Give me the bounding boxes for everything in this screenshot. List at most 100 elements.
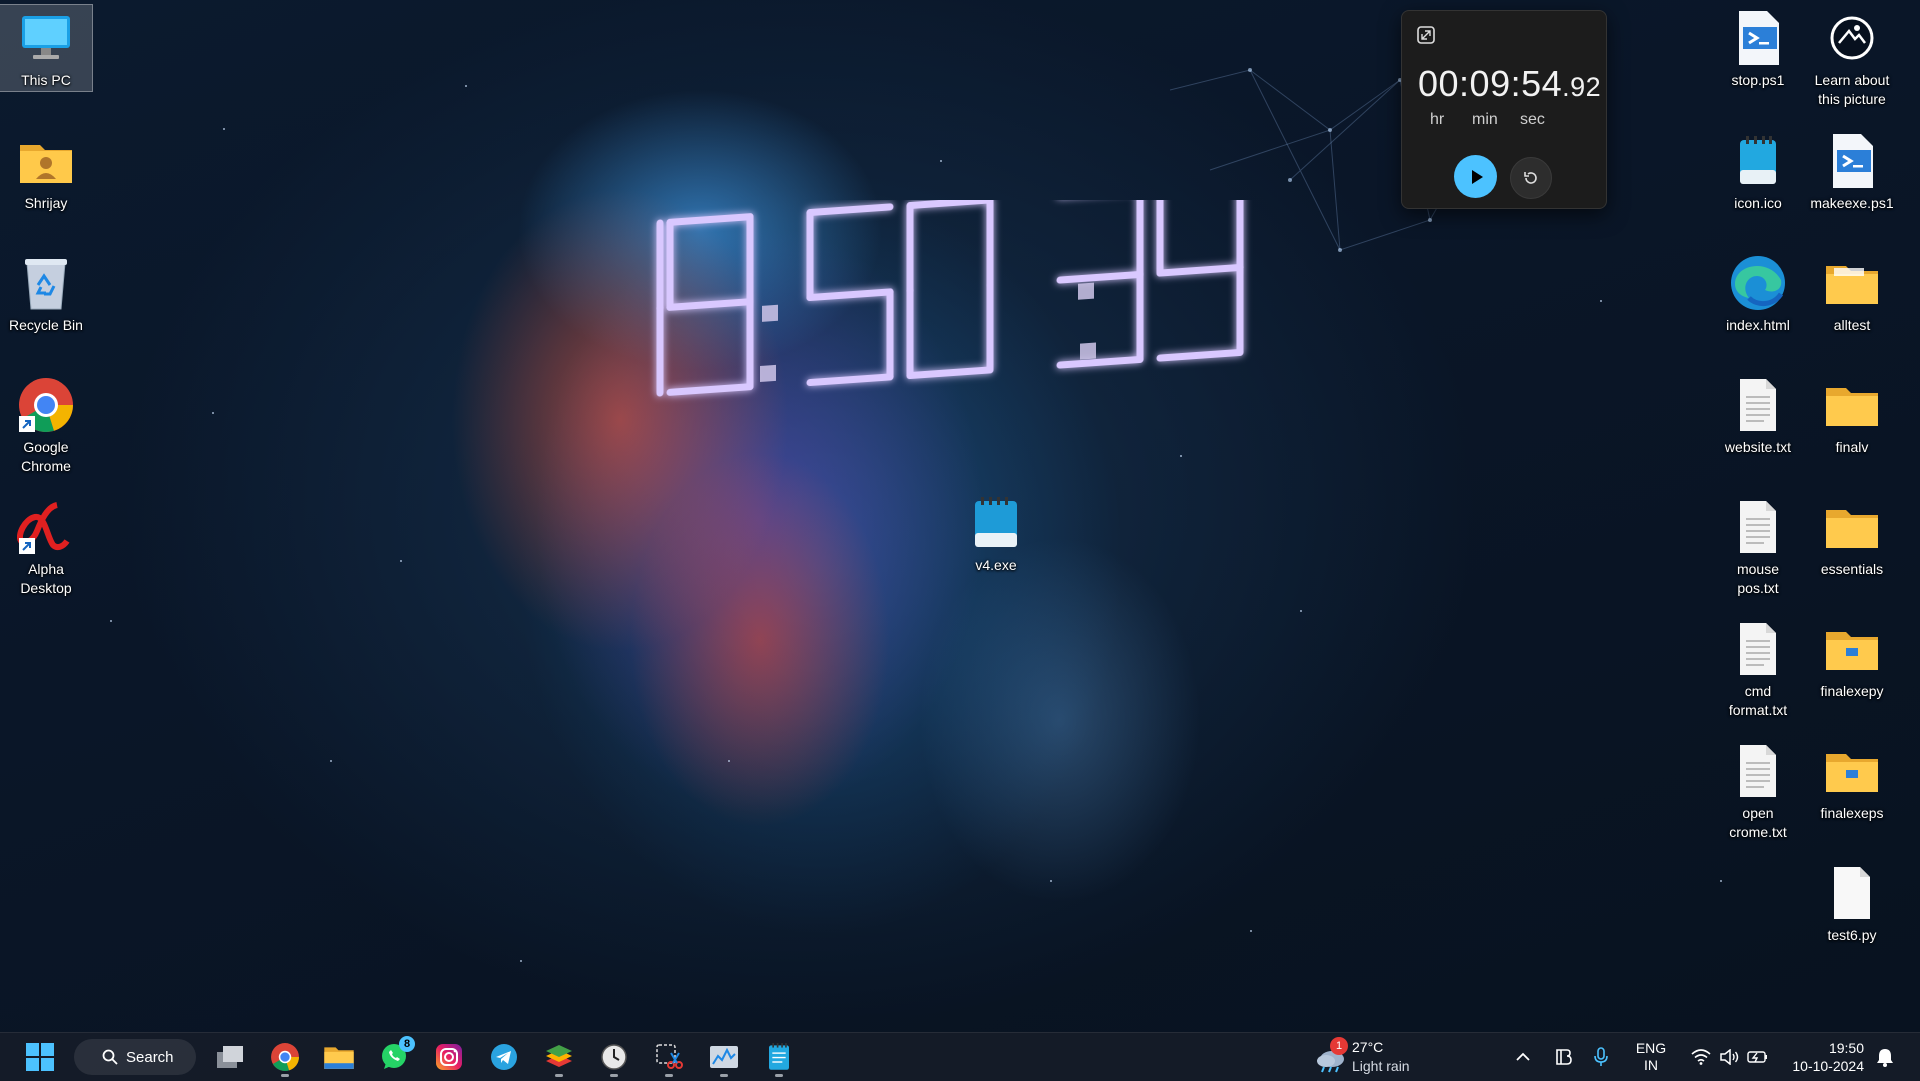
desktop-icon-this-pc[interactable]: This PC (0, 4, 93, 92)
snipping-icon (656, 1044, 683, 1069)
desktop-icon-finalexeps[interactable]: finalexeps (1806, 738, 1898, 823)
desktop-icon-label: test6.py (1827, 927, 1877, 943)
desktop-icon-learn-about-this-picture[interactable]: Learn about this picture (1806, 5, 1898, 109)
weather-condition: Light rain (1352, 1058, 1410, 1074)
desktop-icon-mouse-pos-txt[interactable]: mouse pos.txt (1712, 494, 1804, 598)
folder-icon (1823, 254, 1881, 312)
play-button[interactable] (1454, 155, 1497, 198)
unit-minutes: min (1472, 111, 1498, 128)
powershell-file-icon (1823, 132, 1881, 190)
desktop-icon-label: essentials (1820, 561, 1884, 577)
microphone-icon (1594, 1047, 1608, 1066)
desktop-icon-v4-exe[interactable]: v4.exe (950, 490, 1042, 575)
desktop-icon-shrijay[interactable]: Shrijay (0, 128, 92, 213)
desktop-icon-website-txt[interactable]: website.txt (1712, 372, 1804, 457)
task-manager-icon (710, 1046, 738, 1068)
bluestacks-icon (546, 1045, 572, 1067)
running-indicator (665, 1074, 673, 1077)
stopwatch-time: 00:09:54.92 (1418, 63, 1601, 105)
desktop-icon-label: mouse pos.txt (1736, 561, 1780, 596)
taskbar-clock[interactable] (594, 1039, 634, 1077)
desktop-icon-index-html[interactable]: index.html (1712, 250, 1804, 335)
desktop-icon-recycle-bin[interactable]: Recycle Bin (0, 250, 92, 335)
desktop-icon-cmd-format-txt[interactable]: cmd format.txt (1712, 616, 1804, 720)
notifications-button[interactable] (1872, 1037, 1898, 1077)
instagram-icon (436, 1044, 462, 1070)
taskbar-bluestacks[interactable] (539, 1039, 579, 1077)
app-b-icon (1556, 1049, 1572, 1065)
desktop-icon-alpha-desktop[interactable]: Alpha Desktop (0, 494, 92, 598)
show-hidden-icons-button[interactable] (1512, 1037, 1534, 1077)
clock-segment (1056, 355, 1144, 369)
desktop-icon-open-crome-txt[interactable]: open crome.txt (1712, 738, 1804, 842)
desktop-icon-label: cmd format.txt (1728, 683, 1788, 718)
reset-button[interactable] (1510, 157, 1552, 199)
desktop-icon-label: Alpha Desktop (20, 561, 72, 596)
taskbar-task-manager[interactable] (704, 1039, 744, 1077)
taskbar-notepad[interactable] (759, 1039, 799, 1077)
clock-minute-digit-1 (806, 203, 894, 387)
desktop-icon-finalexepy[interactable]: finalexepy (1806, 616, 1898, 701)
weather-alert-badge: 1 (1330, 1037, 1348, 1055)
taskbar-instagram[interactable] (429, 1039, 469, 1075)
clock-icon (601, 1044, 627, 1070)
user-folder-icon (17, 132, 75, 190)
desktop-icon-label: website.txt (1724, 439, 1792, 455)
tray-app-icon[interactable] (1552, 1037, 1574, 1077)
clock-minute-digit-2 (906, 200, 994, 380)
search-box[interactable]: Search (74, 1039, 196, 1075)
edge-icon (1729, 254, 1787, 312)
desktop-icon-label: finalexeps (1820, 805, 1884, 821)
desktop-icon-label: This PC (21, 72, 71, 88)
language-indicator[interactable]: ENG IN (1628, 1037, 1674, 1077)
clock-colon-dot (762, 304, 778, 322)
desktop-icon-label: stop.ps1 (1731, 72, 1785, 88)
desktop-icon-label: makeexe.ps1 (1810, 195, 1894, 211)
desktop-icon-icon-ico[interactable]: icon.ico (1712, 128, 1804, 213)
desktop-icon-essentials[interactable]: essentials (1806, 494, 1898, 579)
microphone-button[interactable] (1590, 1037, 1612, 1077)
clock-colon-dot (760, 364, 776, 383)
start-button[interactable] (20, 1039, 60, 1075)
taskbar-chrome[interactable] (265, 1039, 305, 1077)
taskbar-task-view[interactable] (210, 1039, 250, 1075)
stopwatch-time-fraction: .92 (1562, 72, 1602, 102)
desktop-icon-label: finalexepy (1820, 683, 1884, 699)
desktop-icon-label: Google Chrome (21, 439, 71, 474)
recycle-bin-icon (17, 254, 75, 312)
clock-segment (906, 200, 994, 210)
chrome-icon (271, 1043, 299, 1071)
reset-icon (1524, 172, 1537, 184)
taskbar-snipping-tool[interactable] (649, 1039, 689, 1077)
taskbar-whatsapp[interactable]: 8 (374, 1036, 415, 1075)
clock-segment (666, 298, 754, 311)
desktop-icon-alltest[interactable]: alltest (1806, 250, 1898, 335)
volume-icon (1720, 1049, 1739, 1065)
desktop-icon-makeexe-ps1[interactable]: makeexe.ps1 (1806, 128, 1898, 213)
quick-settings-button[interactable] (1686, 1037, 1774, 1077)
desktop-icon-google-chrome[interactable]: Google Chrome (0, 372, 92, 476)
notepad-icon (967, 494, 1025, 552)
weather-widget[interactable]: 1 27°C Light rain (1310, 1037, 1460, 1077)
bell-icon (1877, 1049, 1893, 1067)
clock-segment (1156, 263, 1244, 277)
text-file-icon (1729, 620, 1787, 678)
taskbar-telegram[interactable] (484, 1039, 524, 1075)
clock-hour-digit-2 (666, 213, 754, 396)
notification-badge: 8 (399, 1036, 415, 1052)
desktop-icon-finalv[interactable]: finalv (1806, 372, 1898, 457)
taskbar-time: 19:50 (1828, 1040, 1864, 1056)
desktop-clock-widget (656, 200, 1244, 397)
expand-icon[interactable] (1416, 25, 1436, 45)
desktop-icon-label: Learn about this picture (1814, 72, 1890, 107)
desktop-icon-stop-ps1[interactable]: stop.ps1 (1712, 5, 1804, 90)
stopwatch-widget: 00:09:54.92 hr min sec (1401, 10, 1607, 209)
taskbar-file-explorer[interactable] (319, 1039, 359, 1075)
clock-date-button[interactable]: 19:50 10-10-2024 (1782, 1037, 1864, 1077)
chevron-up-icon (1516, 1052, 1530, 1061)
desktop-icon-test6-py[interactable]: test6.py (1806, 860, 1898, 945)
folder-icon (1823, 742, 1881, 800)
folder-icon (1823, 498, 1881, 556)
weather-temperature: 27°C (1352, 1039, 1384, 1055)
desktop-icon-label: Shrijay (24, 195, 68, 211)
